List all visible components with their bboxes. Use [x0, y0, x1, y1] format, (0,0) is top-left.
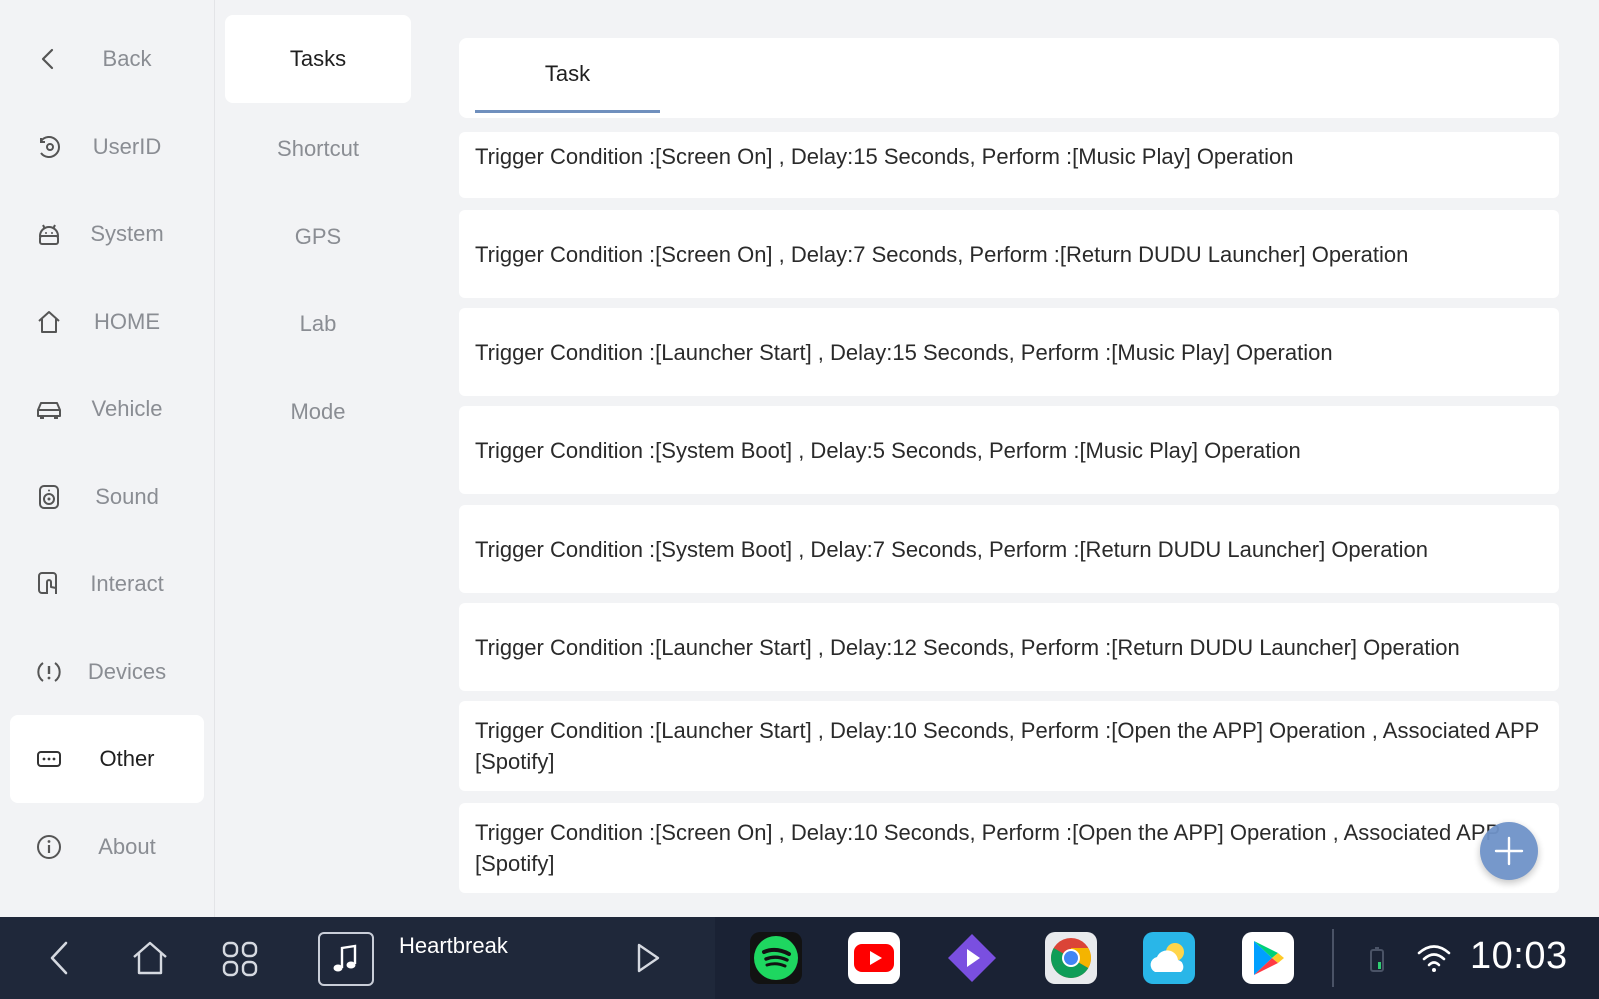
sidebar-item-label: Interact	[90, 571, 164, 596]
chrome-app-icon[interactable]	[1045, 932, 1097, 984]
plus-icon	[1494, 836, 1524, 866]
subnav-item-gps[interactable]: GPS	[225, 193, 411, 281]
subnav-item-shortcut[interactable]: Shortcut	[225, 105, 411, 193]
grid-icon	[222, 941, 258, 977]
sidebar-item-home[interactable]: HOME	[10, 278, 204, 366]
track-title: Heartbreak	[399, 933, 508, 958]
sidebar-item-label: Other	[99, 746, 155, 771]
sidebar-item-label: UserID	[92, 134, 162, 159]
nav-home-button[interactable]	[128, 937, 172, 979]
task-row[interactable]: Trigger Condition :[Screen On] , Delay:1…	[459, 132, 1559, 198]
subnav-item-lab[interactable]: Lab	[225, 280, 411, 368]
wifi-icon	[1414, 941, 1454, 975]
weather-app-icon[interactable]	[1143, 932, 1195, 984]
sidebar-item-label: System	[90, 221, 164, 246]
sidebar-item-label: Vehicle	[91, 396, 163, 421]
music-cover[interactable]	[318, 932, 374, 986]
task-row[interactable]: Trigger Condition :[Launcher Start] , De…	[459, 308, 1559, 396]
apps-grid-button[interactable]	[218, 937, 262, 981]
sidebar-item-label: Sound	[95, 484, 159, 509]
play-store-app-icon[interactable]	[1242, 932, 1294, 984]
sidebar-item-interact[interactable]: Interact	[10, 540, 204, 628]
sidebar-item-devices[interactable]: Devices	[10, 628, 204, 716]
battery-icon	[1366, 945, 1388, 975]
sidebar-item-back[interactable]: Back	[10, 15, 204, 103]
task-row[interactable]: Trigger Condition :[Screen On] , Delay:7…	[459, 210, 1559, 298]
touch-icon	[34, 569, 64, 599]
youtube-app-icon[interactable]	[848, 932, 900, 984]
music-note-icon	[333, 944, 357, 972]
home-icon	[34, 307, 64, 337]
userid-icon	[34, 132, 64, 162]
sidebar-item-label: About	[98, 834, 156, 859]
video-app-icon[interactable]	[946, 932, 998, 984]
subnav-item-mode[interactable]: Mode	[225, 368, 411, 456]
more-icon	[34, 744, 64, 774]
task-row[interactable]: Trigger Condition :[System Boot] , Delay…	[459, 505, 1559, 593]
info-icon	[34, 832, 64, 862]
sidebar-item-other[interactable]: Other	[10, 715, 204, 803]
subnav: Tasks Shortcut GPS Lab Mode	[215, 0, 422, 917]
sidebar-item-system[interactable]: System	[10, 190, 204, 278]
bottom-dock: Heartbreak 10:03	[0, 917, 1599, 999]
sidebar-item-sound[interactable]: Sound	[10, 453, 204, 541]
spotify-app-icon[interactable]	[750, 932, 802, 984]
task-row[interactable]: Trigger Condition :[Screen On] , Delay:1…	[459, 803, 1559, 893]
sidebar-item-userid[interactable]: UserID	[10, 103, 204, 191]
chevron-left-icon	[34, 44, 64, 74]
sidebar-item-about[interactable]: About	[10, 803, 204, 891]
main-panel: Task Trigger Condition :[Screen On] , De…	[422, 0, 1599, 917]
play-icon	[637, 943, 660, 973]
home-icon	[133, 941, 167, 975]
android-icon	[34, 219, 64, 249]
dock-divider	[1332, 929, 1334, 987]
sidebar-item-vehicle[interactable]: Vehicle	[10, 365, 204, 453]
task-row[interactable]: Trigger Condition :[Launcher Start] , De…	[459, 701, 1559, 791]
alert-icon	[34, 657, 64, 687]
play-button[interactable]	[630, 939, 666, 977]
sidebar-item-label: Devices	[87, 659, 167, 684]
add-task-button[interactable]	[1480, 822, 1538, 880]
task-row[interactable]: Trigger Condition :[Launcher Start] , De…	[459, 603, 1559, 691]
speaker-icon	[34, 482, 64, 512]
nav-back-button[interactable]	[40, 937, 82, 979]
sidebar-item-label: Back	[102, 46, 152, 71]
subnav-item-tasks[interactable]: Tasks	[225, 15, 411, 103]
tab-task[interactable]: Task	[475, 38, 660, 113]
tab-bar: Task	[459, 38, 1559, 118]
sidebar: Back UserID System HOME Vehicle Sound In…	[0, 0, 215, 917]
sidebar-item-label: HOME	[94, 309, 160, 334]
car-icon	[34, 394, 64, 424]
task-row[interactable]: Trigger Condition :[System Boot] , Delay…	[459, 406, 1559, 494]
clock: 10:03	[1470, 935, 1568, 977]
chevron-left-icon	[50, 941, 68, 975]
